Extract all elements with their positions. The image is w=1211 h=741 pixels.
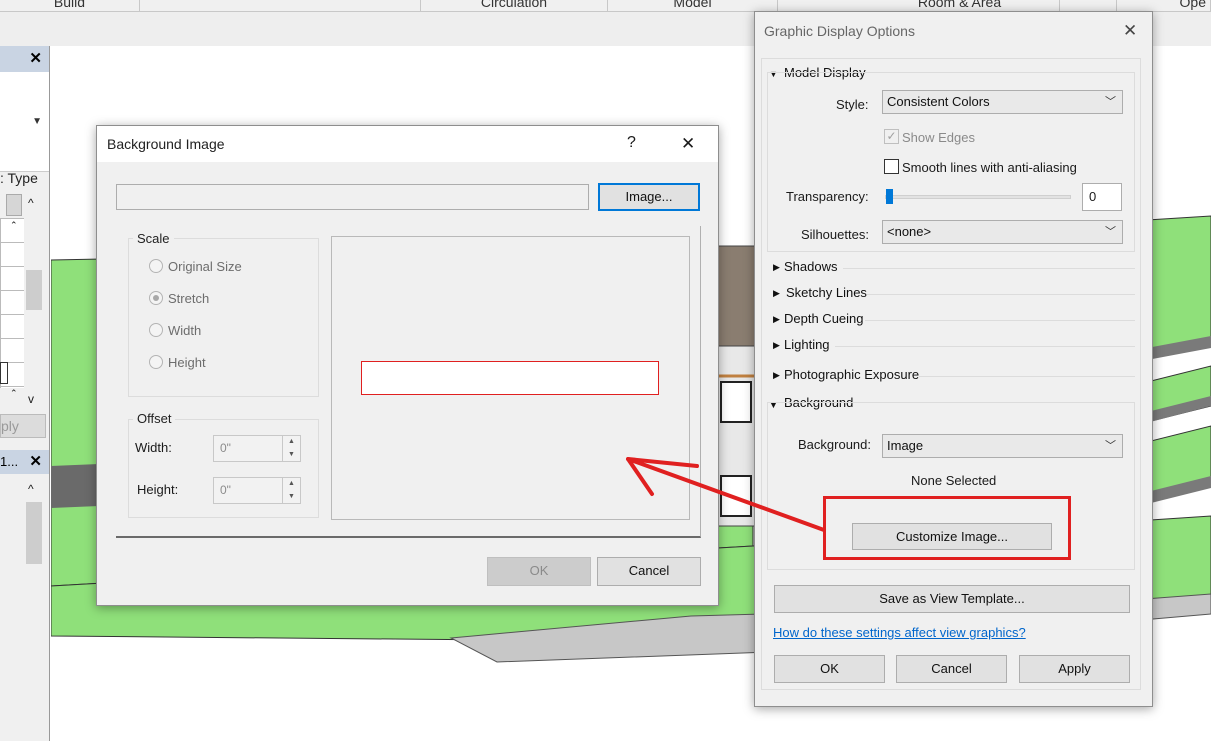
- annotation-arrow: [626, 457, 826, 532]
